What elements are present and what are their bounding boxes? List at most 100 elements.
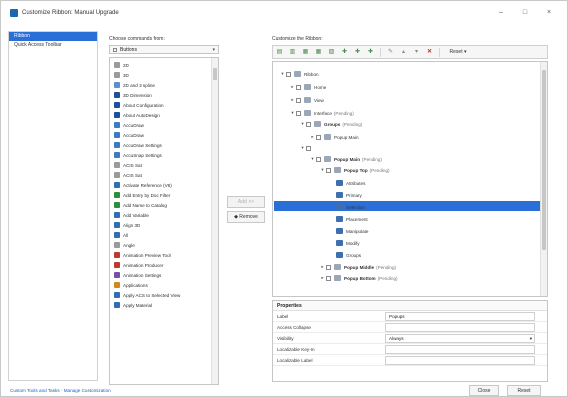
catalog-icon (114, 202, 120, 208)
tree-checkbox[interactable] (306, 145, 311, 151)
new-item-icon[interactable]: ▦ (312, 46, 325, 58)
command-list-item[interactable]: About Configuration (110, 100, 218, 110)
nav-item-ribbon[interactable]: Ribbon (9, 32, 97, 41)
tree-checkbox[interactable] (316, 156, 321, 162)
new-group-icon[interactable]: ▥ (286, 46, 299, 58)
nav-item-quick-access-toolbar[interactable]: Quick Access Toolbar (9, 41, 97, 50)
command-list-item[interactable]: Angle (110, 240, 218, 250)
command-list-item[interactable]: Align 3D (110, 220, 218, 230)
tree-node[interactable]: Groups (329, 250, 361, 260)
close-button[interactable]: Close (469, 385, 499, 396)
command-list-item[interactable]: About AutoDesign (110, 110, 218, 120)
tree-checkbox[interactable] (326, 167, 331, 173)
reset-dropdown-button[interactable]: Reset ▾ (443, 46, 473, 58)
property-value-field[interactable] (385, 344, 535, 354)
tree-node[interactable]: Primary (329, 190, 362, 200)
tree-node[interactable]: Selection (329, 202, 365, 212)
property-value-field[interactable]: Popups (385, 311, 535, 321)
command-list-item[interactable]: 3D Dimension (110, 90, 218, 100)
tree-node[interactable]: ▸ Popup Middle (Pending) (319, 262, 396, 272)
footer-link[interactable]: Custom Tools and Tasks · Manage Customiz… (10, 388, 111, 393)
command-list-item[interactable]: ACIS Sat (110, 160, 218, 170)
remove-button[interactable]: ◆ Remove (227, 211, 265, 223)
command-list-item[interactable]: AccuSnap Settings (110, 150, 218, 160)
tree-checkbox[interactable] (326, 275, 331, 281)
expand-toggle-icon[interactable]: ▸ (319, 275, 326, 281)
command-list-item[interactable]: 3D (110, 70, 218, 80)
command-list-item[interactable]: Applications (110, 280, 218, 290)
tree-node[interactable]: ▾ Popups (299, 143, 340, 153)
command-source-dropdown[interactable]: Buttons ▾ (109, 45, 219, 54)
command-list-item[interactable]: Activate Reference (V8) (110, 180, 218, 190)
tree-node[interactable]: ▾ Ribbon (279, 69, 319, 79)
command-list-item[interactable]: All (110, 230, 218, 240)
expand-toggle-icon[interactable]: ▸ (289, 84, 296, 90)
tree-checkbox[interactable] (296, 97, 301, 103)
tree-node[interactable]: ▸ Home (289, 82, 326, 92)
tree-node[interactable]: Modify (329, 238, 360, 248)
command-list-item[interactable]: AccuDraw (110, 130, 218, 140)
delete-icon[interactable]: ✕ (423, 46, 436, 58)
scrollbar-thumb[interactable] (213, 68, 217, 80)
move-up-icon[interactable]: ▴ (397, 46, 410, 58)
expand-toggle-icon[interactable]: ▾ (299, 145, 306, 151)
rename-icon[interactable]: ✎ (384, 46, 397, 58)
close-window-button[interactable]: × (537, 7, 561, 19)
command-list-item[interactable]: AccuDraw Settings (110, 140, 218, 150)
command-list-item[interactable]: Animation Preview Tool (110, 250, 218, 260)
tree-checkbox[interactable] (316, 134, 321, 140)
tree-node[interactable]: ▾ Popup Main (Pending) (309, 154, 382, 164)
command-list-item[interactable]: Animation Producer (110, 260, 218, 270)
property-value-field[interactable]: Always ▾ (385, 333, 535, 343)
minimize-button[interactable]: – (489, 7, 513, 19)
command-list-scrollbar[interactable] (211, 58, 218, 384)
reset-button[interactable]: Reset (507, 385, 541, 396)
new-item-icon[interactable]: ▦ (299, 46, 312, 58)
new-item-icon[interactable]: ✚ (364, 46, 377, 58)
property-value-field[interactable] (385, 322, 535, 332)
command-list-item[interactable]: Animation Settings (110, 270, 218, 280)
expand-toggle-icon[interactable]: ▾ (319, 167, 326, 173)
command-list-item[interactable]: Add Variable (110, 210, 218, 220)
command-list-item[interactable]: Apply Material (110, 300, 218, 310)
expand-toggle-icon[interactable]: ▸ (319, 264, 326, 270)
tree-node[interactable]: ▾ Interface (Pending) (289, 108, 354, 118)
command-list-item[interactable]: Add Name to Catalog (110, 200, 218, 210)
tree-node[interactable]: Placement (329, 214, 368, 224)
tree-node[interactable]: ▸ Popup Main (309, 132, 359, 142)
add-button[interactable]: Add >> (227, 196, 265, 208)
tree-checkbox[interactable] (306, 121, 311, 127)
tree-node[interactable]: Manipulate (329, 226, 368, 236)
maximize-button[interactable]: □ (513, 7, 537, 19)
tree-checkbox[interactable] (326, 264, 331, 270)
new-tab-icon[interactable]: ▤ (273, 46, 286, 58)
expand-toggle-icon[interactable]: ▾ (299, 121, 306, 127)
tree-checkbox[interactable] (296, 84, 301, 90)
command-list-item[interactable]: Apply ACS to Selected View (110, 290, 218, 300)
tree-node[interactable]: ▸ View (289, 95, 324, 105)
command-list-item[interactable]: AccuDraw (110, 120, 218, 130)
expand-toggle-icon[interactable]: ▾ (289, 110, 296, 116)
command-list-item[interactable]: 2D and 3 spline (110, 80, 218, 90)
expand-toggle-icon[interactable]: ▸ (309, 134, 316, 140)
tree-node[interactable]: Attributes (329, 178, 365, 188)
new-item-icon[interactable]: ✚ (351, 46, 364, 58)
command-list-item[interactable]: Add Entry by Doc Filter (110, 190, 218, 200)
tree-checkbox[interactable] (286, 71, 291, 77)
new-item-icon[interactable]: ▧ (325, 46, 338, 58)
move-down-icon[interactable]: ▾ (410, 46, 423, 58)
command-list-item[interactable]: 2D (110, 60, 218, 70)
expand-toggle-icon[interactable]: ▾ (279, 71, 286, 77)
command-list-item[interactable]: ACIS Sat (110, 170, 218, 180)
expand-toggle-icon[interactable]: ▸ (289, 97, 296, 103)
tree-scrollbar[interactable] (540, 62, 547, 296)
tree-node[interactable]: ▸ Popup Bottom (Pending) (319, 273, 398, 283)
property-value-field[interactable] (385, 355, 535, 365)
scrollbar-thumb[interactable] (542, 70, 546, 250)
new-item-icon[interactable]: ✚ (338, 46, 351, 58)
tree-node[interactable]: ▾ Groups (Pending) (299, 119, 362, 129)
tree-checkbox[interactable] (296, 110, 301, 116)
expand-toggle-icon[interactable]: ▾ (309, 156, 316, 162)
chevron-down-icon[interactable]: ▾ (530, 335, 532, 343)
tree-node[interactable]: ▾ Popup Top (Pending) (319, 165, 390, 175)
